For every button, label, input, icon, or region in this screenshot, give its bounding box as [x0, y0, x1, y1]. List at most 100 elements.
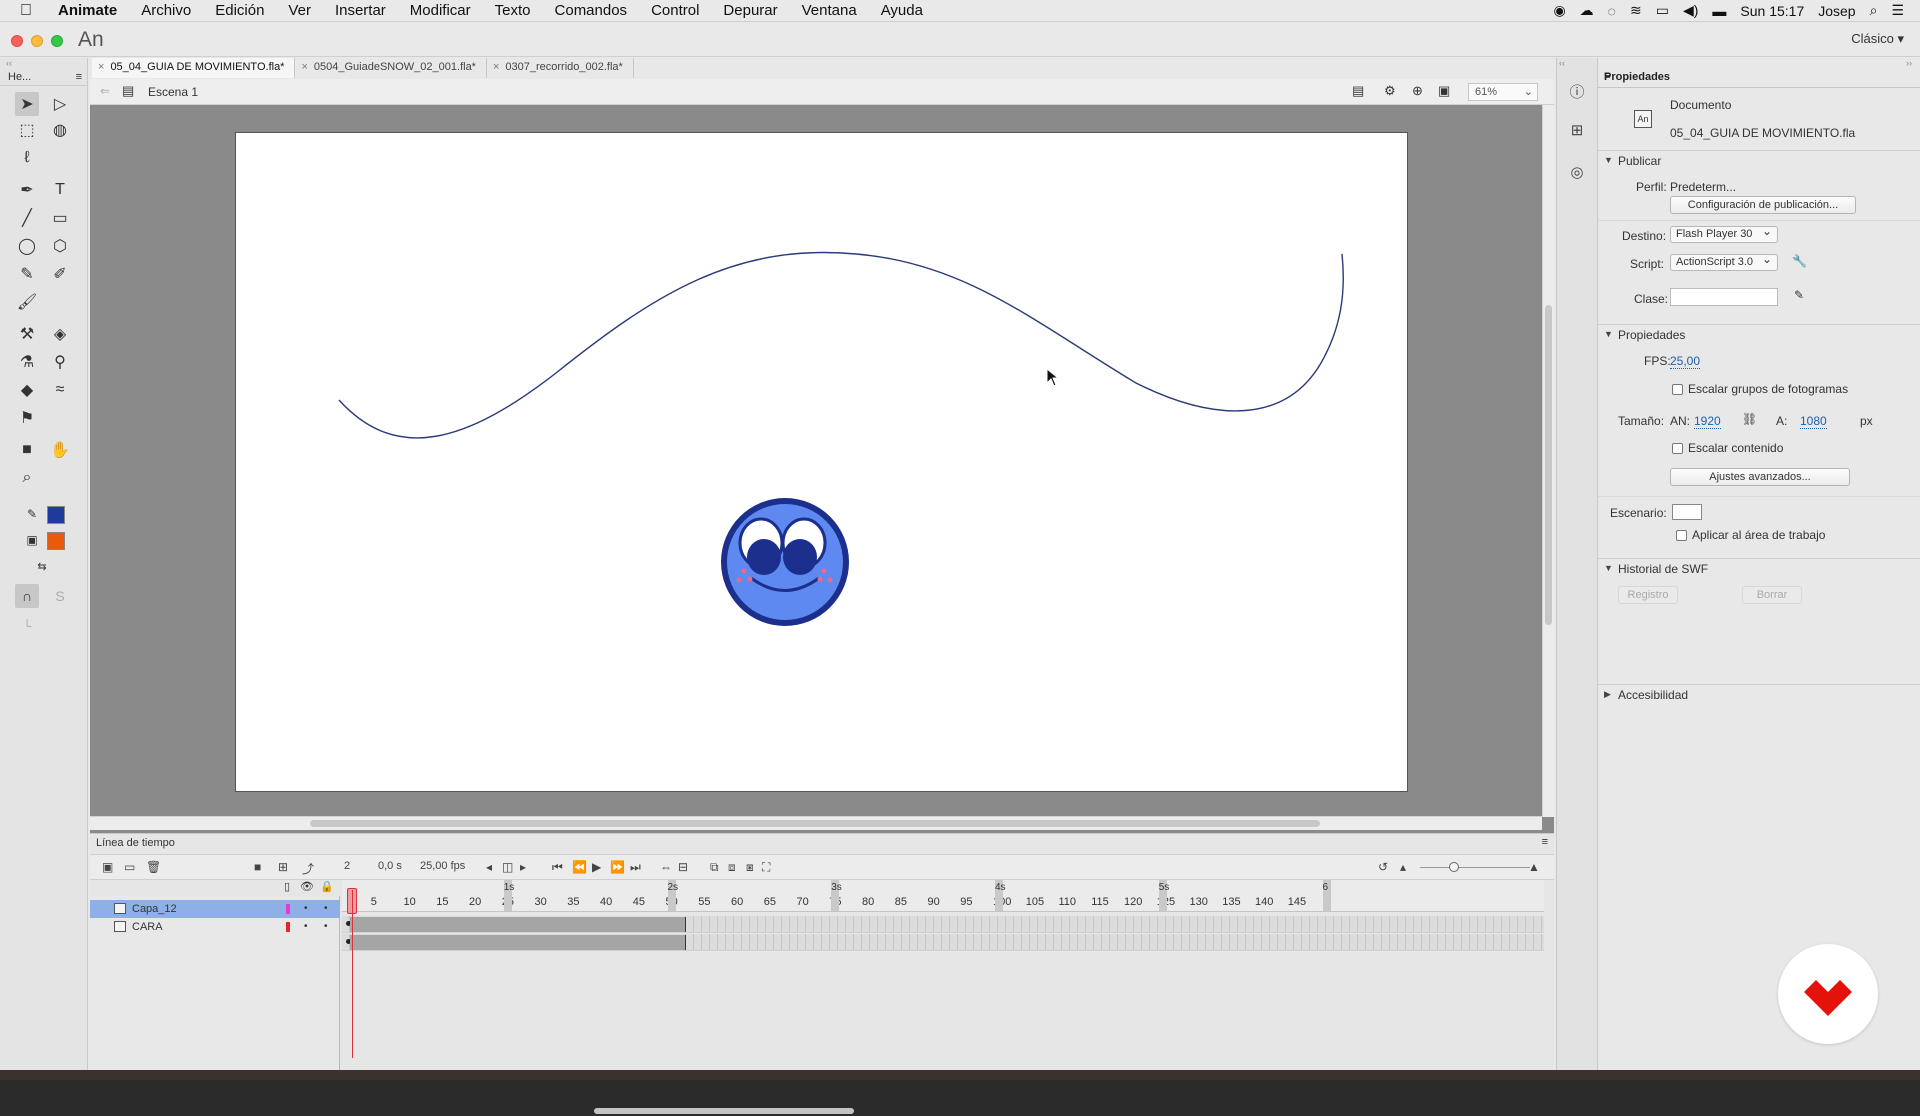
- panel-menu-icon[interactable]: ≡: [1542, 836, 1548, 848]
- menu-depurar[interactable]: Depurar: [711, 0, 789, 22]
- zoom-out-frames-icon[interactable]: ▴: [1400, 860, 1406, 874]
- panel-menu-icon[interactable]: ≡: [1604, 70, 1914, 82]
- layer-lock-dot[interactable]: •: [324, 900, 328, 918]
- rectangle-tool-icon[interactable]: ▭: [48, 206, 72, 230]
- layer-visibility-dot[interactable]: •: [304, 918, 308, 936]
- eraser-tool-icon[interactable]: ◆: [15, 378, 39, 402]
- publish-settings-button[interactable]: Configuración de publicación...: [1670, 196, 1856, 214]
- workspace-switcher[interactable]: Clásico ▾: [1851, 31, 1904, 47]
- pencil-icon[interactable]: ✎: [1794, 288, 1804, 302]
- next-keyframe-icon[interactable]: ▸: [520, 860, 526, 874]
- scale-frames-checkbox[interactable]: [1672, 384, 1683, 395]
- edit-multiple-frames-icon[interactable]: ⧆: [746, 860, 754, 875]
- text-tool-icon[interactable]: T: [48, 178, 72, 202]
- modify-markers-icon[interactable]: ⛶: [762, 860, 770, 875]
- polystar-tool-icon[interactable]: ⬡: [48, 234, 72, 258]
- bone-tool-icon[interactable]: ⚒: [15, 322, 39, 346]
- pen-tool-icon[interactable]: ✒: [15, 178, 39, 202]
- playhead[interactable]: [352, 890, 353, 1058]
- onion-skin-icon[interactable]: ⧉: [710, 860, 719, 875]
- layer-visibility-dot[interactable]: •: [304, 900, 308, 918]
- menu-edicion[interactable]: Edición: [203, 0, 276, 22]
- frame-ruler[interactable]: 5101520253035404550556065707580859095100…: [342, 880, 1544, 912]
- creative-cloud-icon[interactable]: ☁: [1580, 2, 1594, 19]
- first-frame-icon[interactable]: ⏮: [552, 860, 563, 875]
- menu-archivo[interactable]: Archivo: [129, 0, 203, 22]
- frame-zoom-thumb[interactable]: [1449, 862, 1459, 872]
- collapse-panel-icon[interactable]: ››: [1906, 58, 1912, 68]
- play-icon[interactable]: ▶: [592, 860, 601, 874]
- stage-vertical-scrollbar[interactable]: [1542, 105, 1554, 817]
- cc-libraries-icon[interactable]: ◎: [1566, 162, 1588, 184]
- back-arrow-icon[interactable]: ⇐: [100, 84, 110, 98]
- panel-menu-icon[interactable]: ≡: [76, 68, 82, 86]
- library-icon[interactable]: ⊞: [1566, 120, 1588, 142]
- spotlight-icon[interactable]: ⌕: [1870, 2, 1878, 19]
- layer-name[interactable]: CARA: [132, 918, 163, 936]
- collapse-panel-icon[interactable]: ‹‹: [1559, 58, 1565, 68]
- wrench-icon[interactable]: 🔧: [1792, 254, 1807, 268]
- apply-workarea-checkbox[interactable]: [1676, 530, 1687, 541]
- swap-colors-icon[interactable]: ⇆: [30, 554, 54, 578]
- link-dimensions-icon[interactable]: ⛓: [1742, 412, 1757, 426]
- pin-tool-icon[interactable]: ⚑: [15, 406, 39, 430]
- frame-rate[interactable]: 25,00 fps: [420, 860, 465, 872]
- clip-canvas-icon[interactable]: ▣: [1438, 83, 1450, 99]
- oval-tool-icon[interactable]: ◯: [15, 234, 39, 258]
- menu-insertar[interactable]: Insertar: [323, 0, 398, 22]
- edit-symbols-icon[interactable]: ⚙: [1384, 83, 1396, 99]
- document-tab[interactable]: × 05_04_GUIA DE MOVIMIENTO.fla*: [92, 58, 296, 78]
- close-window-button[interactable]: [11, 35, 23, 47]
- brush-tool-icon[interactable]: 🖌: [15, 290, 39, 314]
- apple-menu-icon[interactable]: : [0, 0, 46, 22]
- battery-icon[interactable]: ▬: [1712, 3, 1726, 19]
- menu-control[interactable]: Control: [639, 0, 711, 22]
- menu-app-name[interactable]: Animate: [46, 0, 129, 22]
- frame-row[interactable]: [342, 934, 1544, 951]
- sync-icon[interactable]: ◌: [1608, 3, 1616, 19]
- height-value[interactable]: 1080: [1800, 414, 1827, 429]
- swf-history-section-header[interactable]: ▼ Historial de SWF: [1598, 558, 1920, 578]
- stage-canvas[interactable]: [235, 132, 1408, 792]
- new-layer-icon[interactable]: ▣: [102, 860, 113, 874]
- free-transform-tool-icon[interactable]: ⬚: [15, 118, 39, 142]
- fit-frames-icon[interactable]: ↺: [1378, 860, 1388, 874]
- record-icon[interactable]: ◉: [1553, 2, 1565, 19]
- straighten-icon[interactable]: └: [15, 614, 39, 638]
- edit-scene-icon[interactable]: ▤: [1352, 83, 1364, 99]
- script-select[interactable]: ActionScript 3.0: [1670, 252, 1778, 271]
- close-tab-icon[interactable]: ×: [493, 61, 499, 73]
- insert-keyframe-icon[interactable]: ◫: [502, 860, 513, 874]
- target-select[interactable]: Flash Player 30: [1670, 224, 1778, 243]
- step-back-icon[interactable]: ⏪: [572, 860, 587, 874]
- pencil-tool-icon[interactable]: ✎: [15, 262, 39, 286]
- paint-brush-tool-icon[interactable]: ✐: [48, 262, 72, 286]
- subselection-tool-icon[interactable]: ▷: [48, 92, 72, 116]
- document-tab[interactable]: × 0504_GuiadeSNOW_02_001.fla*: [295, 58, 487, 78]
- close-tab-icon[interactable]: ×: [98, 61, 104, 73]
- volume-icon[interactable]: ◀): [1683, 2, 1698, 19]
- frame-span[interactable]: [350, 917, 686, 932]
- scene-label[interactable]: Escena 1: [148, 85, 198, 99]
- menu-texto[interactable]: Texto: [483, 0, 543, 22]
- snap-center-icon[interactable]: ⊕: [1412, 83, 1423, 99]
- motion-guide-path[interactable]: [338, 251, 1344, 439]
- document-tab[interactable]: × 0307_recorrido_002.fla*: [487, 58, 634, 78]
- lock-all-icon[interactable]: 🔒: [320, 880, 334, 893]
- menu-modificar[interactable]: Modificar: [398, 0, 483, 22]
- fill-color-swatch[interactable]: [47, 532, 65, 550]
- layer-lock-dot[interactable]: •: [324, 918, 328, 936]
- width-tool-icon[interactable]: ≈: [48, 378, 72, 402]
- layer-color-swatch[interactable]: [286, 904, 290, 914]
- show-hide-all-icon[interactable]: 👁: [300, 880, 314, 893]
- info-icon[interactable]: ⓘ: [1566, 82, 1588, 104]
- delete-layer-icon[interactable]: 🗑: [146, 860, 161, 874]
- ink-bottle-tool-icon[interactable]: ⚗: [15, 350, 39, 374]
- lasso-tool-icon[interactable]: ℓ: [15, 146, 39, 170]
- center-frame-icon[interactable]: ⊟: [678, 860, 688, 874]
- class-input[interactable]: [1670, 288, 1778, 306]
- frames-pane[interactable]: 5101520253035404550556065707580859095100…: [342, 880, 1544, 1114]
- snap-to-objects-icon[interactable]: ∩: [15, 584, 39, 608]
- camera-icon[interactable]: ■: [254, 860, 261, 874]
- selection-tool-icon[interactable]: ➤: [15, 92, 39, 116]
